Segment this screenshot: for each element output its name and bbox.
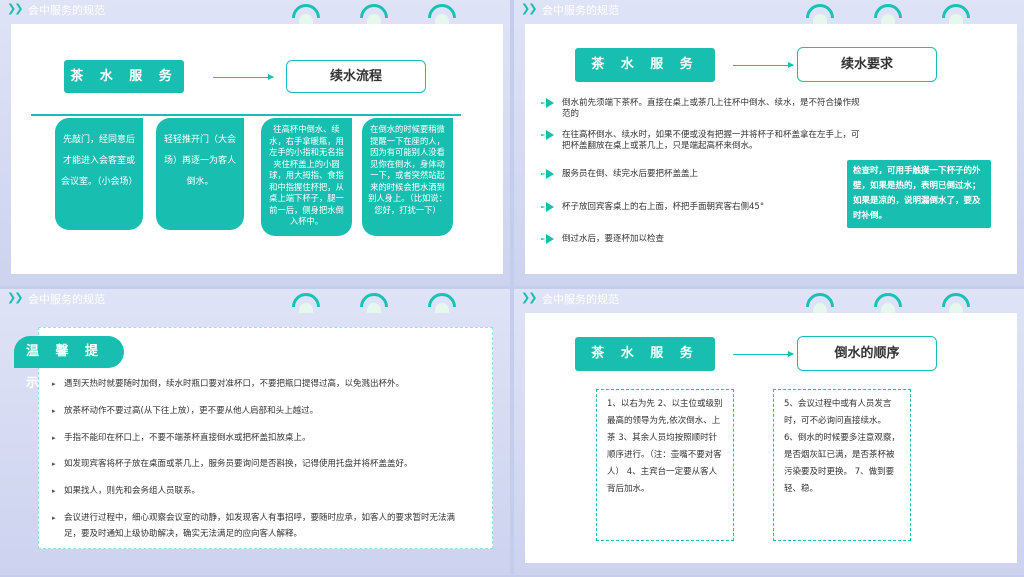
header-title: 会中服务的规范 <box>542 4 619 17</box>
slide-header: ❯❯ 会中服务的规范 <box>514 289 1024 313</box>
slide-header: ❯❯ 会中服务的规范 <box>0 289 510 313</box>
cup-decoration-icon <box>292 293 320 313</box>
check-note: 检查时，可用手触摸一下杯子的外壁，如果是热的，表明已倒过水；如果是凉的，说明漏倒… <box>847 160 991 228</box>
requirement-item: 倒水前先须端下茶杯。直接在桌上或茶几上往杯中倒水、续水，是不符合操作规范的 <box>541 98 862 120</box>
tip-item: ▸ 如发现宾客将杯子放在桌面或茶几上，服务员要询问是否斟换，记得使用托盘并将杯盖盖… <box>52 459 413 469</box>
triangle-bullet-icon: ▸ <box>52 380 56 388</box>
order-box-left: 1、以右为先 2、以主位或级别最高的领导为先,依次倒水、上茶 3、其余人员均按照… <box>596 389 734 541</box>
cup-decoration-icon <box>360 293 388 313</box>
slide-3: ❯❯ 会中服务的规范 温 馨 提 示 ▸ 遇到天热时就要随时加倒，续水时瓶口要对准… <box>0 289 510 575</box>
cup-decoration-icon <box>428 4 456 24</box>
requirement-item: 服务员在倒、续完水后要把杯盖盖上 <box>541 169 862 180</box>
chevron-icon: ❯❯ <box>7 2 24 15</box>
topic-box: 续水流程 <box>286 60 426 93</box>
flow-card-1: 先敲门，经同意后才能进入会客室或会议室。（小会场） <box>55 118 143 230</box>
cup-decoration-icon <box>806 293 834 313</box>
triangle-bullet-icon: ▸ <box>52 407 56 415</box>
cup-decoration-icon <box>874 4 902 24</box>
tip-item: ▸ 放茶杯动作不要过高(从下往上放），更不要从他人肩部和头上越过。 <box>52 406 319 416</box>
topic-box: 倒水的顺序 <box>797 336 937 371</box>
cup-decoration-icon <box>874 293 902 313</box>
tip-item: ▸ 如果找人，则先和会务组人员联系。 <box>52 486 201 496</box>
requirement-item: 在往高杯倒水、续水时，如果不便或没有把握一并将杯子和杯盖拿在左手上，可把杯盖翻放… <box>541 130 862 152</box>
arrow-icon <box>733 351 794 357</box>
content-panel: 茶 水 服 务 续水流程 先敲门，经同意后才能进入会客室或会议室。（小会场） 轻… <box>11 24 503 274</box>
arrow-bullet-icon <box>541 169 554 179</box>
requirement-item: 杯子放回宾客桌上的右上面，杯把手面朝宾客右侧45° <box>541 202 862 213</box>
header-title: 会中服务的规范 <box>28 4 105 17</box>
section-pill: 茶 水 服 务 <box>575 48 715 82</box>
requirement-item: 倒过水后，要逐杯加以检查 <box>541 234 862 245</box>
triangle-bullet-icon: ▸ <box>52 460 56 468</box>
arrow-bullet-icon <box>541 130 554 140</box>
cup-decoration-icon <box>428 293 456 313</box>
tip-item: ▸ 会议进行过程中，细心观察会议室的动静，如发现客人有事招呼，要随时应承，如客人的… <box>52 510 459 542</box>
header-title: 会中服务的规范 <box>28 293 105 306</box>
arrow-icon <box>733 62 794 68</box>
chevron-icon: ❯❯ <box>521 2 538 15</box>
section-pill: 茶 水 服 务 <box>575 337 715 371</box>
slide-4: ❯❯ 会中服务的规范 茶 水 服 务 倒水的顺序 1、以右为先 2、以主位或级别… <box>514 289 1024 575</box>
tip-item: ▸ 手指不能印在杯口上，不要不端茶杯直接倒水或把杯盖扣放桌上。 <box>52 433 311 443</box>
slide-header: ❯❯ 会中服务的规范 <box>514 0 1024 24</box>
cup-decoration-icon <box>292 4 320 24</box>
header-title: 会中服务的规范 <box>542 293 619 306</box>
section-pill: 茶 水 服 务 <box>64 60 184 93</box>
arrow-bullet-icon <box>541 202 554 212</box>
content-panel: 茶 水 服 务 续水要求 倒水前先须端下茶杯。直接在桌上或茶几上往杯中倒水、续水… <box>525 24 1017 274</box>
cup-decoration-icon <box>942 293 970 313</box>
arrow-bullet-icon <box>541 234 554 244</box>
tips-tag: 温 馨 提 示 <box>14 336 124 391</box>
triangle-bullet-icon: ▸ <box>52 487 56 495</box>
content-panel: 茶 水 服 务 倒水的顺序 1、以右为先 2、以主位或级别最高的领导为先,依次倒… <box>525 313 1017 563</box>
divider <box>31 114 461 116</box>
flow-card-4: 在倒水的时候要稍微提醒一下在座的人，因为有可能别人没看见你在倒水，身体动一下，或… <box>362 118 453 236</box>
arrow-icon <box>213 74 274 80</box>
arrow-bullet-icon <box>541 98 554 108</box>
slide-2: ❯❯ 会中服务的规范 茶 水 服 务 续水要求 倒水前先须端下茶杯。直接在桌上或… <box>514 0 1024 286</box>
topic-box: 续水要求 <box>797 47 937 82</box>
flow-card-2: 轻轻推开门（大会场）再逐一为客人倒水。 <box>156 118 244 230</box>
triangle-bullet-icon: ▸ <box>52 434 56 442</box>
cup-decoration-icon <box>360 4 388 24</box>
cup-decoration-icon <box>942 4 970 24</box>
slide-header: ❯❯ 会中服务的规范 <box>0 0 510 24</box>
cup-decoration-icon <box>806 4 834 24</box>
triangle-bullet-icon: ▸ <box>52 514 56 522</box>
order-box-right: 5、会议过程中或有人员发言时，可不必询问直接续水。 6、倒水的时候要多注意观察，… <box>773 389 911 541</box>
flow-card-3: 往高杯中倒水、续水，右手拿暖瓶，用左手的小指和无名指夹住杯盖上的小圆球，用大拇指… <box>261 118 352 236</box>
chevron-icon: ❯❯ <box>7 291 24 304</box>
tip-item: ▸ 遇到天热时就要随时加倒，续水时瓶口要对准杯口，不要把瓶口提得过高，以免溅出杯外… <box>52 379 405 389</box>
slide-1: ❯❯ 会中服务的规范 茶 水 服 务 续水流程 先敲门，经同意后才能进入会客室或… <box>0 0 510 286</box>
chevron-icon: ❯❯ <box>521 291 538 304</box>
